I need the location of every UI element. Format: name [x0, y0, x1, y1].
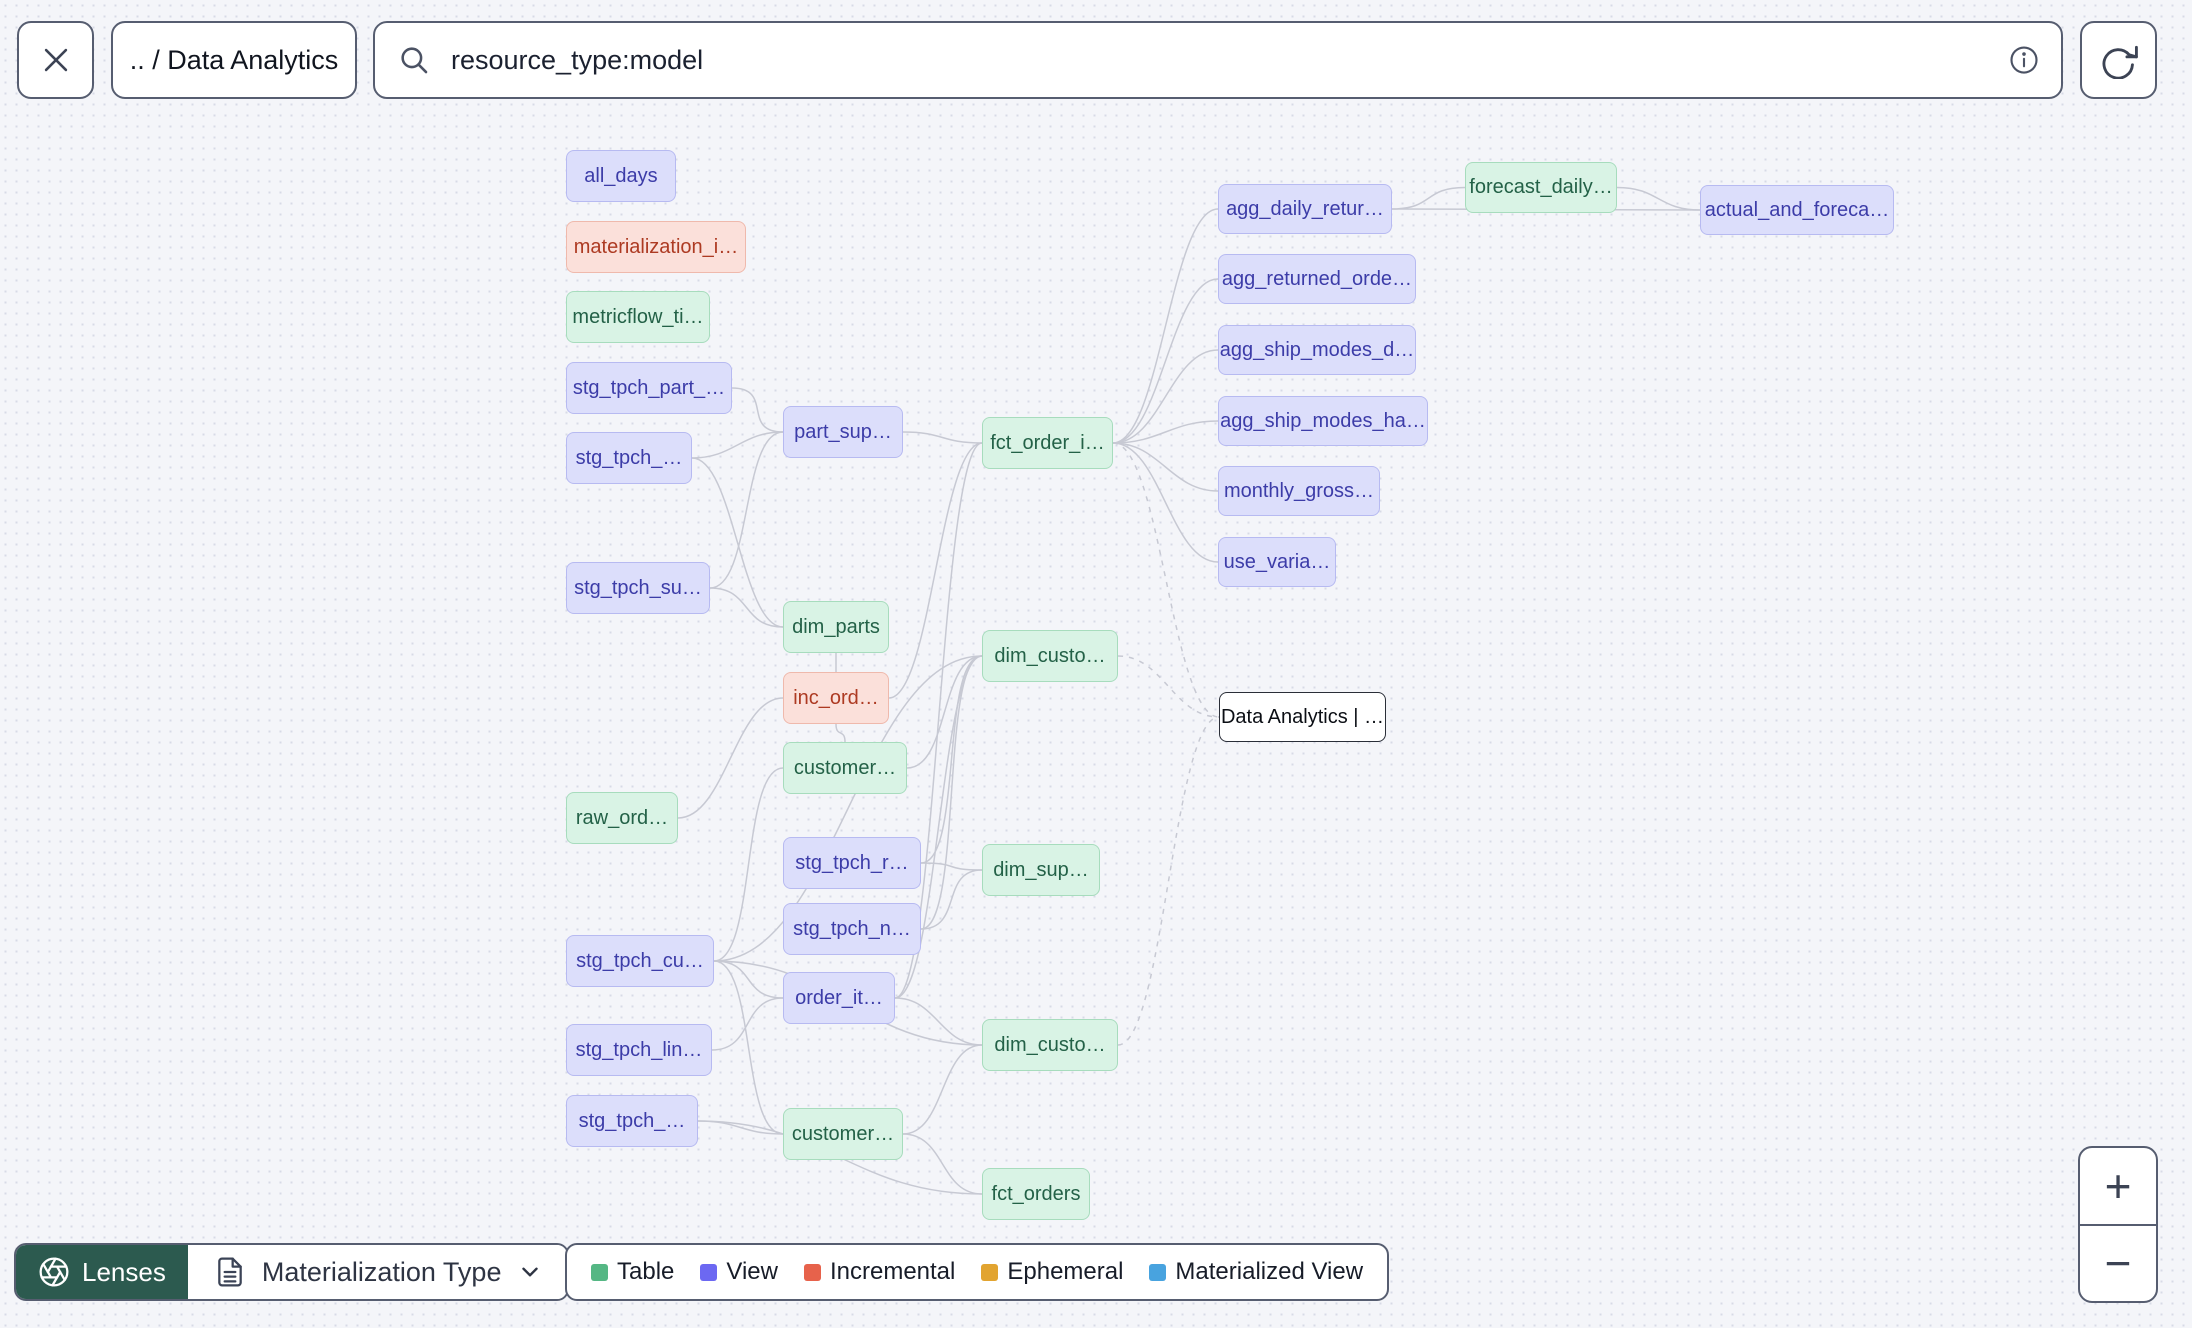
- graph-node-stg_tpch_a[interactable]: stg_tpch_…: [566, 432, 692, 484]
- graph-node-stg_tpch_b[interactable]: stg_tpch_…: [566, 1095, 698, 1147]
- legend-swatch: [1149, 1263, 1167, 1281]
- graph-node-part_sup[interactable]: part_sup…: [783, 406, 903, 458]
- graph-node-stg_tpch_part[interactable]: stg_tpch_part_…: [566, 362, 732, 414]
- graph-node-dim_parts[interactable]: dim_parts: [783, 601, 889, 653]
- graph-node-agg_returned_orde[interactable]: agg_returned_orde…: [1218, 254, 1416, 304]
- legend-label: View: [726, 1258, 778, 1285]
- legend-swatch: [803, 1263, 821, 1281]
- zoom-out-button[interactable]: −: [2080, 1226, 2156, 1302]
- graph-node-monthly_gross[interactable]: monthly_gross…: [1218, 466, 1380, 516]
- legend-item-view: View: [700, 1258, 778, 1286]
- graph-node-materialization_i[interactable]: materialization_i…: [566, 221, 746, 273]
- graph-node-metricflow_ti[interactable]: metricflow_ti…: [566, 291, 710, 343]
- graph-node-stg_tpch_r[interactable]: stg_tpch_r…: [783, 837, 921, 889]
- graph-node-dim_sup[interactable]: dim_sup…: [982, 844, 1100, 896]
- lens-selector-dropdown[interactable]: Materialization Type: [187, 1245, 568, 1299]
- graph-node-raw_ord[interactable]: raw_ord…: [566, 792, 678, 844]
- graph-node-stg_tpch_lin[interactable]: stg_tpch_lin…: [566, 1024, 712, 1076]
- graph-node-agg_ship_modes_ha[interactable]: agg_ship_modes_ha…: [1218, 396, 1428, 446]
- zoom-control: + −: [2078, 1146, 2158, 1303]
- graph-node-fct_order_i[interactable]: fct_order_i…: [982, 417, 1113, 469]
- graph-node-customer_b[interactable]: customer…: [783, 1108, 903, 1160]
- graph-node-stg_tpch_n[interactable]: stg_tpch_n…: [783, 903, 921, 955]
- graph-node-customer_a[interactable]: customer…: [783, 742, 907, 794]
- graph-node-agg_ship_modes_d[interactable]: agg_ship_modes_d…: [1218, 325, 1416, 375]
- graph-node-fct_orders[interactable]: fct_orders: [982, 1168, 1090, 1220]
- graph-node-dim_custo_b[interactable]: dim_custo…: [982, 1019, 1118, 1071]
- graph-node-inc_ord[interactable]: inc_ord…: [783, 672, 889, 724]
- legend-swatch: [700, 1263, 718, 1281]
- graph-node-forecast_daily[interactable]: forecast_daily…: [1465, 162, 1617, 213]
- legend-item-table: Table: [591, 1258, 674, 1286]
- lenses-label: Lenses: [82, 1256, 166, 1287]
- plus-icon: +: [2104, 1159, 2132, 1212]
- graph-node-dim_custo_a[interactable]: dim_custo…: [982, 630, 1118, 682]
- graph-node-order_it[interactable]: order_it…: [783, 972, 895, 1024]
- minus-icon: −: [2104, 1237, 2132, 1290]
- zoom-in-button[interactable]: +: [2080, 1148, 2156, 1226]
- legend-swatch: [591, 1263, 608, 1281]
- materialization-legend: Table View Incremental Ephemeral Materialize…: [565, 1243, 1390, 1301]
- document-icon: [218, 1257, 242, 1287]
- graph-node-stg_tpch_cu[interactable]: stg_tpch_cu…: [566, 935, 714, 987]
- legend-label: Materialized View: [1175, 1258, 1364, 1285]
- graph-node-data_analytics[interactable]: Data Analytics | …: [1219, 692, 1386, 742]
- legend-item-ephemeral: Ephemeral: [981, 1258, 1123, 1286]
- lens-control: Lenses Materialization Type: [14, 1243, 570, 1301]
- graph-node-agg_daily_retur[interactable]: agg_daily_retur…: [1218, 184, 1392, 234]
- graph-node-use_varia[interactable]: use_varia…: [1218, 537, 1336, 587]
- legend-item-incremental: Incremental: [803, 1258, 956, 1286]
- legend-label: Table: [617, 1258, 675, 1285]
- lineage-canvas[interactable]: all_days materialization_i… metricflow_ti……: [0, 0, 2192, 1328]
- lens-selector-label: Materialization Type: [261, 1256, 502, 1287]
- legend-label: Incremental: [829, 1258, 956, 1285]
- legend-item-materialized-view: Materialized View: [1149, 1258, 1363, 1286]
- lenses-button[interactable]: Lenses: [16, 1245, 188, 1299]
- graph-node-all_days[interactable]: all_days: [566, 150, 676, 202]
- chevron-down-icon: [522, 1267, 539, 1277]
- legend-label: Ephemeral: [1007, 1258, 1124, 1285]
- aperture-icon: [39, 1257, 69, 1287]
- graph-node-stg_tpch_su[interactable]: stg_tpch_su…: [566, 562, 710, 614]
- legend-swatch: [981, 1263, 999, 1281]
- graph-node-actual_and_foreca[interactable]: actual_and_foreca…: [1700, 185, 1894, 235]
